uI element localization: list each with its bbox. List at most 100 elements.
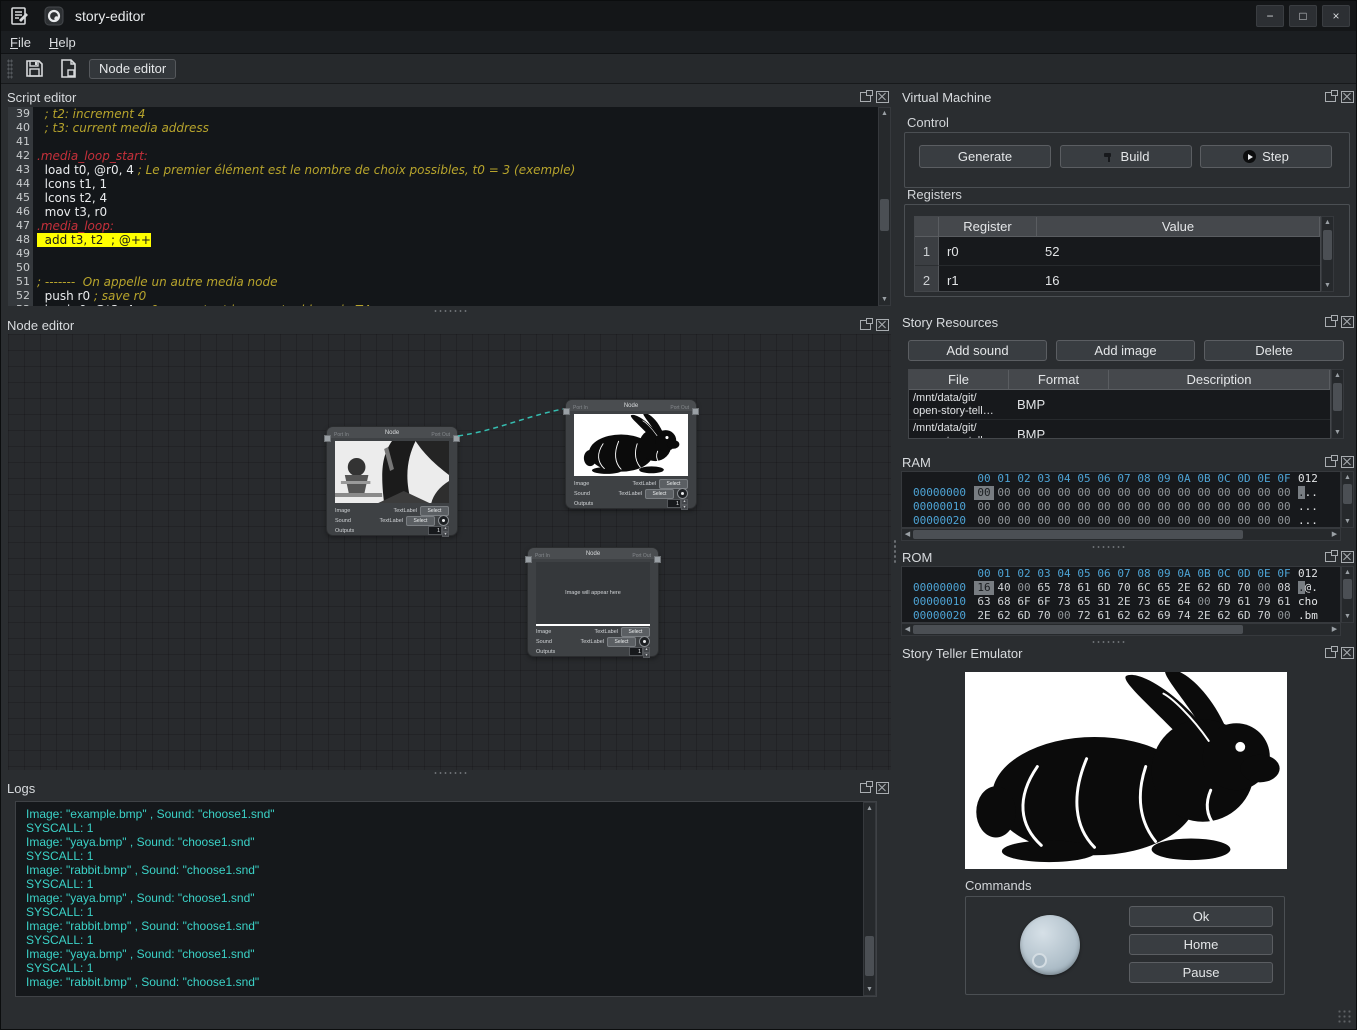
port-out[interactable] (654, 556, 661, 563)
outputs-spinbox[interactable]: 1▲▼ (667, 499, 688, 508)
hex-byte[interactable]: 00 (1054, 486, 1074, 500)
ram-vscrollbar[interactable]: ▲▼ (1341, 471, 1354, 528)
select-button[interactable]: Select (659, 479, 688, 489)
menu-help[interactable]: Help (40, 33, 85, 52)
select-button[interactable]: Select (406, 516, 435, 526)
window-resize-grip[interactable] (1337, 1009, 1352, 1024)
hex-byte[interactable]: 2E (1114, 595, 1134, 609)
hex-byte[interactable]: 00 (1174, 500, 1194, 514)
hex-byte[interactable]: 00 (1194, 500, 1214, 514)
scroll-track[interactable] (1342, 578, 1353, 611)
hex-byte[interactable]: 79 (1254, 595, 1274, 609)
scroll-slider[interactable] (913, 530, 1243, 539)
hex-byte[interactable]: 64 (1174, 595, 1194, 609)
hex-byte[interactable]: 78 (1054, 581, 1074, 595)
ram-hscrollbar[interactable]: ◀▶ (901, 528, 1341, 541)
hex-byte[interactable]: 00 (1014, 500, 1034, 514)
scroll-up-icon[interactable]: ▲ (1332, 370, 1343, 381)
add-sound-button[interactable]: Add sound (908, 340, 1047, 361)
resource-row[interactable]: /mnt/data/git/open-story-tell…BMP (909, 390, 1330, 420)
float-panel-icon[interactable] (1325, 457, 1336, 467)
new-file-icon[interactable] (55, 57, 81, 81)
scroll-left-icon[interactable]: ◀ (902, 529, 913, 540)
hex-byte[interactable]: 00 (1074, 500, 1094, 514)
hex-byte[interactable]: 70 (1114, 581, 1134, 595)
hex-byte[interactable]: 00 (1114, 500, 1134, 514)
hex-byte[interactable]: 00 (1114, 514, 1134, 528)
hex-byte[interactable]: 00 (1054, 609, 1074, 623)
hex-byte[interactable]: 00 (1234, 486, 1254, 500)
select-button[interactable]: Select (607, 637, 636, 647)
delete-button[interactable]: Delete (1204, 340, 1344, 361)
close-panel-icon[interactable] (876, 782, 889, 794)
hex-byte[interactable]: 00 (1034, 500, 1054, 514)
hex-byte[interactable]: 6C (1134, 581, 1154, 595)
scroll-slider[interactable] (1323, 230, 1332, 260)
toolbar-drag-handle[interactable] (7, 59, 13, 79)
scroll-up-icon[interactable]: ▲ (1322, 217, 1333, 228)
hex-byte[interactable]: 70 (1034, 609, 1054, 623)
scroll-slider[interactable] (1343, 484, 1352, 504)
hex-byte[interactable]: 31 (1094, 595, 1114, 609)
outputs-spinbox[interactable]: 1▲▼ (629, 647, 650, 656)
hex-byte[interactable]: 00 (1014, 581, 1034, 595)
hex-byte[interactable]: 65 (1034, 581, 1054, 595)
hex-byte[interactable]: 00 (1074, 486, 1094, 500)
hex-byte[interactable]: 61 (1074, 581, 1094, 595)
registers-vscrollbar[interactable]: ▲ ▼ (1321, 216, 1334, 292)
hex-byte[interactable]: 69 (1154, 609, 1174, 623)
hex-byte[interactable]: 6D (1234, 609, 1254, 623)
scroll-slider[interactable] (1343, 579, 1352, 599)
column-header[interactable]: Format (1009, 370, 1109, 390)
port-in[interactable] (525, 556, 532, 563)
spinbox-arrows[interactable]: ▲▼ (681, 499, 688, 508)
float-panel-icon[interactable] (1325, 648, 1336, 658)
scroll-down-icon[interactable]: ▼ (1342, 516, 1353, 527)
hex-byte[interactable]: 62 (1134, 609, 1154, 623)
script-code-area[interactable]: 39 ; t2: increment 440 ; t3: current med… (8, 107, 878, 306)
column-splitter-handle[interactable] (893, 539, 897, 565)
hex-byte[interactable]: 73 (1134, 595, 1154, 609)
scroll-up-icon[interactable]: ▲ (1342, 472, 1353, 483)
save-icon[interactable] (21, 57, 47, 81)
column-header[interactable]: Description (1109, 370, 1330, 390)
hex-byte[interactable]: 6D (1014, 609, 1034, 623)
hex-byte[interactable]: 74 (1174, 609, 1194, 623)
script-editor-vscrollbar[interactable]: ▲ ▼ (878, 107, 891, 306)
float-panel-icon[interactable] (1325, 92, 1336, 102)
sound-play-icon[interactable] (677, 488, 688, 499)
ram-grid[interactable]: 000102030405060708090A0B0C0D0E0F01200000… (901, 471, 1341, 528)
hex-byte[interactable]: 62 (1114, 609, 1134, 623)
resources-vscrollbar[interactable]: ▲ ▼ (1331, 369, 1344, 439)
hex-byte[interactable]: 00 (974, 486, 994, 500)
hex-byte[interactable]: 2E (1174, 581, 1194, 595)
resource-row[interactable]: /mnt/data/git/open-story-tellBMP (909, 420, 1330, 439)
close-panel-icon[interactable] (1341, 91, 1354, 103)
graph-node[interactable]: NodePort InPort OutImage will appear her… (527, 547, 659, 657)
column-header[interactable]: Value (1037, 217, 1320, 237)
spin-down-icon[interactable]: ▼ (442, 532, 449, 538)
hex-byte[interactable]: 00 (1134, 500, 1154, 514)
hex-byte[interactable]: 00 (1094, 514, 1114, 528)
hex-byte[interactable]: 72 (1074, 609, 1094, 623)
hex-byte[interactable]: 00 (1114, 486, 1134, 500)
column-header[interactable]: File (909, 370, 1009, 390)
hex-byte[interactable]: 00 (1254, 581, 1274, 595)
close-panel-icon[interactable] (1341, 551, 1354, 563)
select-button[interactable]: Select (621, 627, 650, 637)
scroll-up-icon[interactable]: ▲ (864, 803, 875, 814)
splitter-handle[interactable] (1091, 640, 1125, 644)
hex-byte[interactable]: 00 (1194, 514, 1214, 528)
hex-byte[interactable]: 70 (1234, 581, 1254, 595)
hex-byte[interactable]: 08 (1274, 581, 1294, 595)
hex-byte[interactable]: 00 (1094, 500, 1114, 514)
float-panel-icon[interactable] (1325, 552, 1336, 562)
hex-byte[interactable]: 00 (994, 486, 1014, 500)
rom-hex-view[interactable]: 000102030405060708090A0B0C0D0E0F01200000… (901, 566, 1354, 636)
hex-byte[interactable]: 00 (1274, 486, 1294, 500)
hex-byte[interactable]: 00 (1034, 514, 1054, 528)
hex-byte[interactable]: 61 (1274, 595, 1294, 609)
float-panel-icon[interactable] (860, 92, 871, 102)
maximize-icon[interactable]: □ (1289, 5, 1317, 27)
hex-byte[interactable]: 6D (1094, 581, 1114, 595)
